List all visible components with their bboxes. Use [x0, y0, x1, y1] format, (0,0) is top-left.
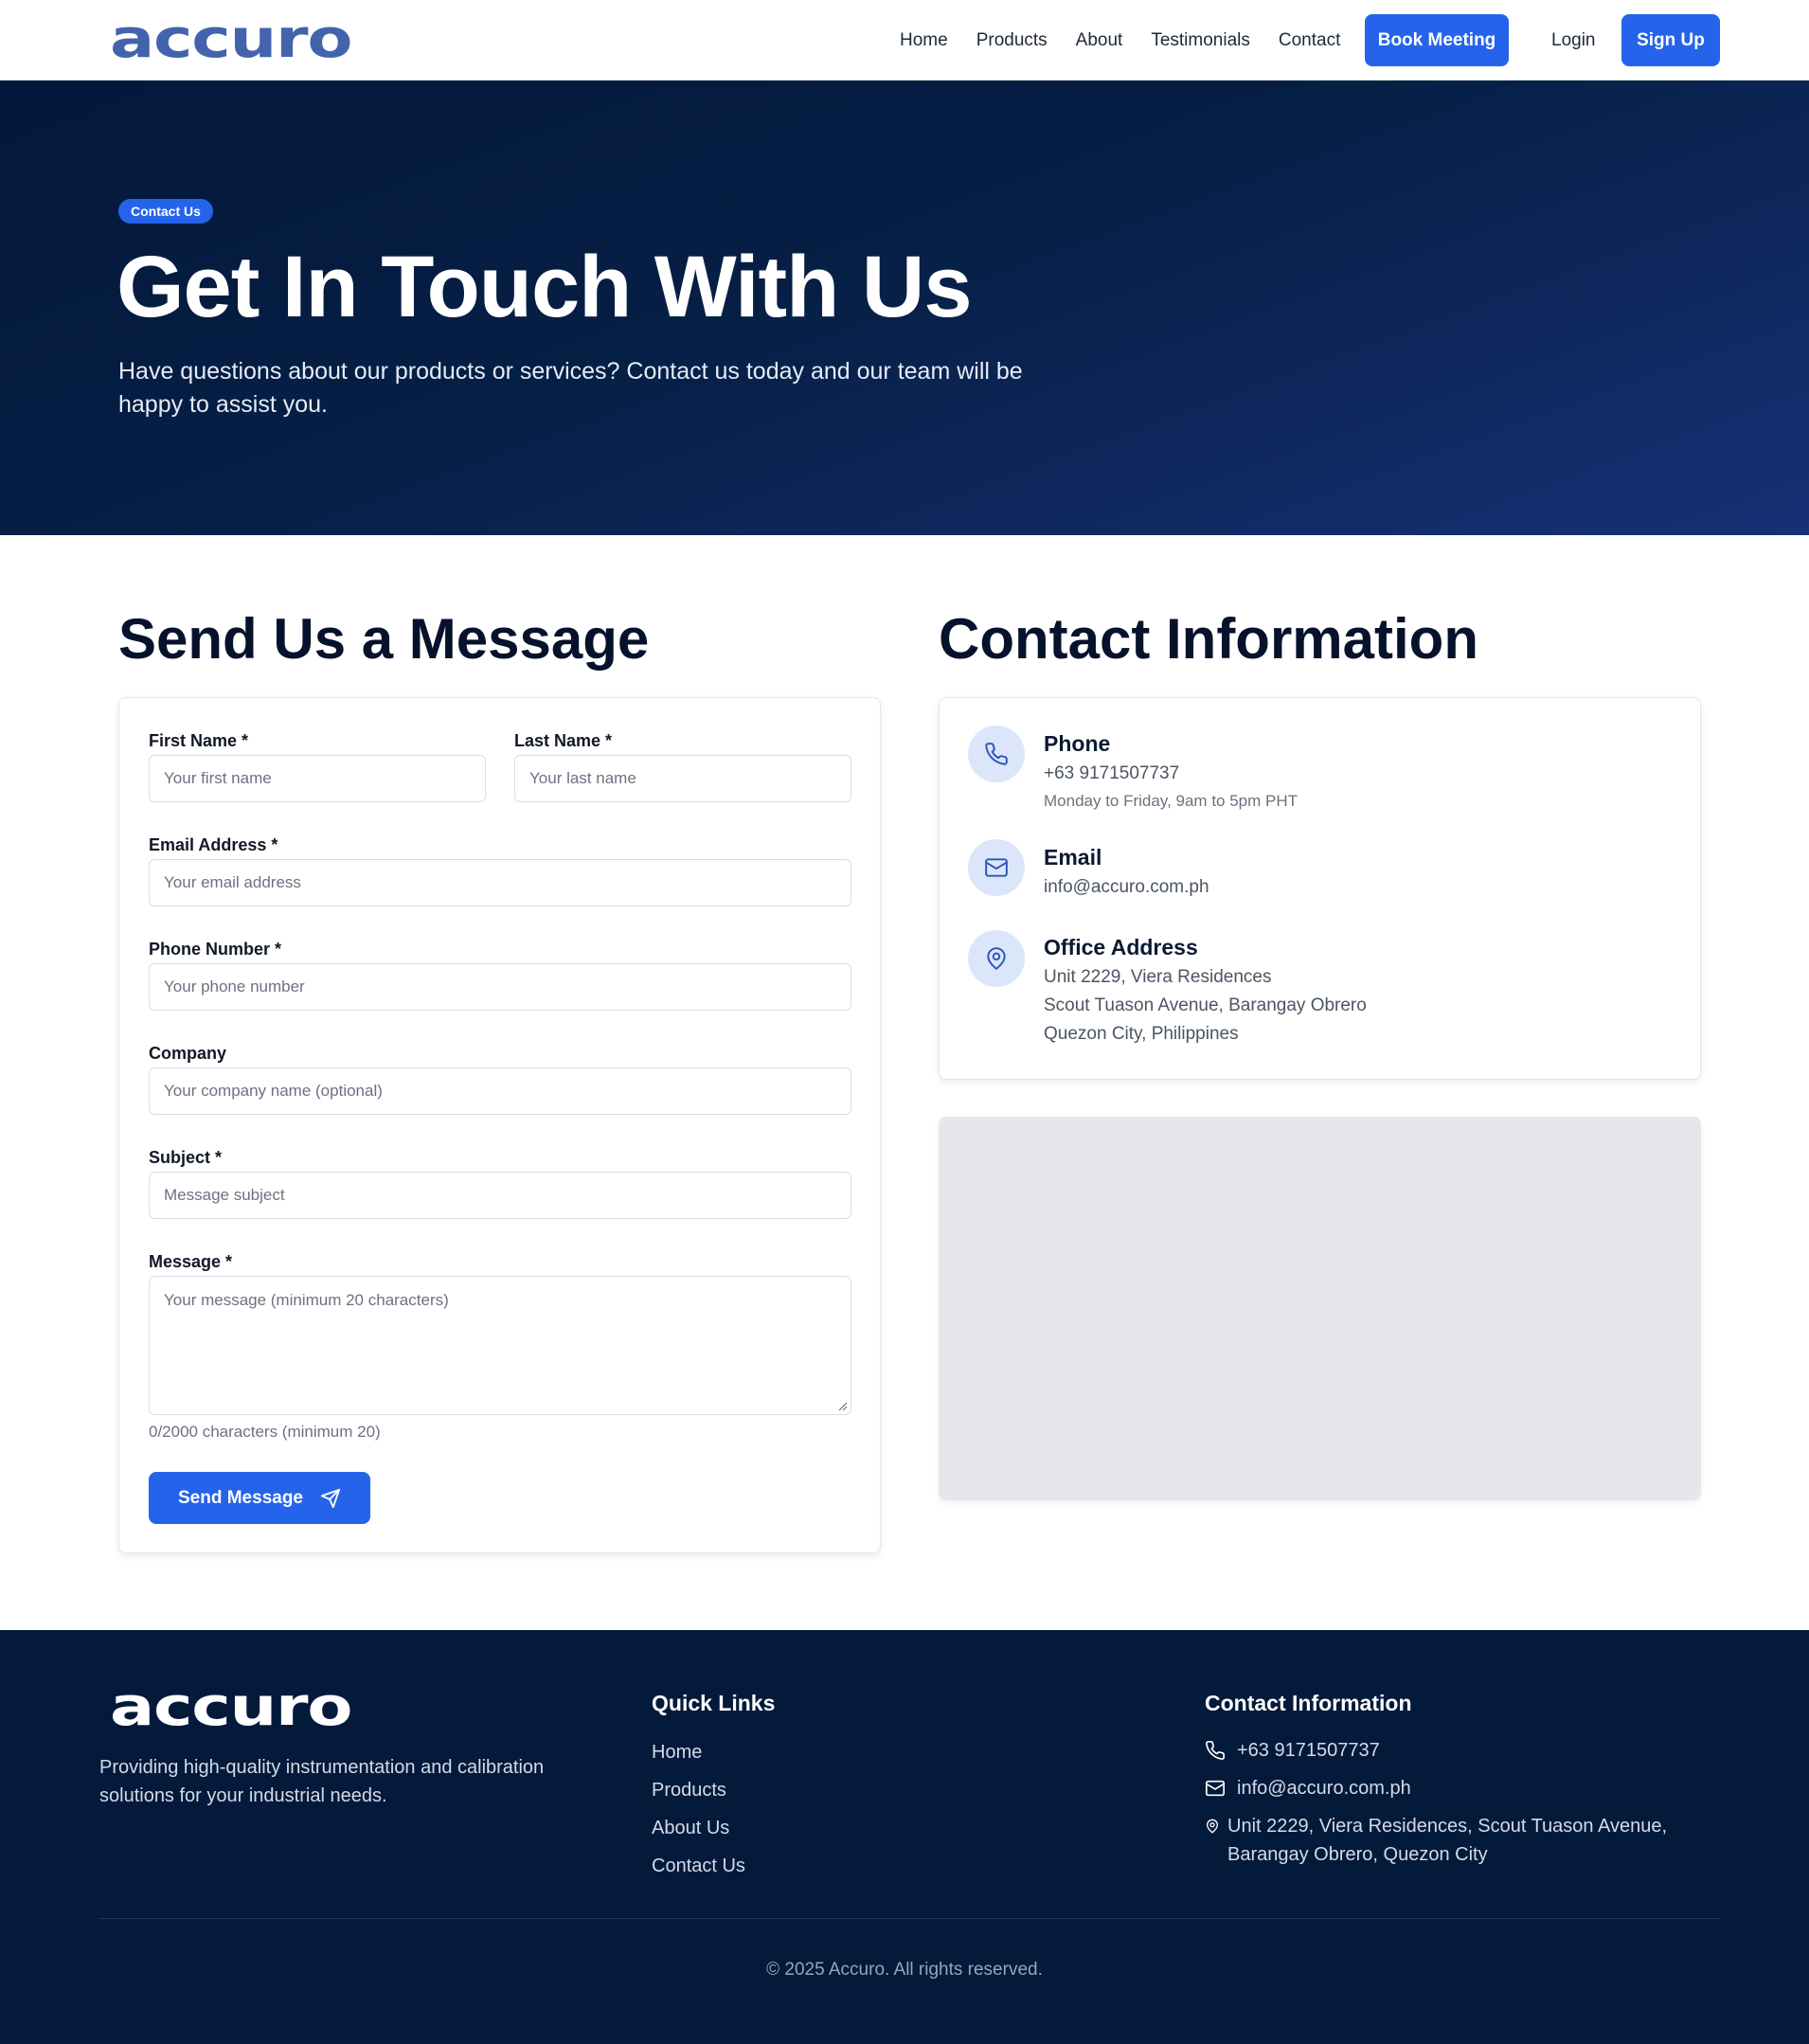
phone-heading: Phone: [1044, 731, 1111, 756]
mail-icon: [1206, 1780, 1225, 1797]
company-input[interactable]: [150, 1068, 851, 1114]
subject-label: Subject *: [149, 1148, 223, 1167]
nav-link-home[interactable]: Home: [900, 30, 948, 51]
first-name-field[interactable]: [149, 755, 486, 802]
sign-up-button[interactable]: Sign Up: [1621, 14, 1720, 66]
contact-section-title: Contact Information: [939, 607, 1478, 671]
footer-divider: [99, 1918, 1720, 1919]
map-pin-icon: [987, 947, 1006, 970]
form-section-title: Send Us a Message: [118, 607, 650, 671]
subject-field[interactable]: [149, 1172, 851, 1219]
site-footer: accuro Providing high-quality instrument…: [0, 1630, 1809, 2044]
first-name-label: First Name *: [149, 731, 249, 750]
accuro-logo[interactable]: accuro: [110, 13, 352, 66]
email-address[interactable]: info@accuro.com.ph: [1044, 877, 1209, 898]
footer-address-text: Unit 2229, Viera Residences, Scout Tuaso…: [1227, 1816, 1668, 1865]
mail-icon: [985, 858, 1008, 877]
address-line-1: Unit 2229, Viera Residences: [1044, 967, 1272, 987]
footer-email: info@accuro.com.ph: [1205, 1774, 1411, 1802]
character-counter: 0/2000 characters (minimum 20): [149, 1423, 381, 1441]
nav-link-products[interactable]: Products: [976, 30, 1048, 51]
hero-subtitle: Have questions about our products or ser…: [118, 358, 1023, 418]
copyright-text: © 2025 Accuro. All rights reserved.: [766, 1960, 1043, 1980]
footer-link-contact[interactable]: Contact Us: [652, 1856, 745, 1877]
message-field[interactable]: [149, 1276, 851, 1415]
footer-address: Unit 2229, Viera Residences, Scout Tuaso…: [1205, 1812, 1678, 1869]
footer-link-products[interactable]: Products: [652, 1780, 726, 1802]
last-name-label: Last Name *: [514, 731, 613, 750]
first-name-input[interactable]: [150, 756, 485, 801]
phone-number[interactable]: +63 9171507737: [1044, 763, 1179, 784]
address-line-2: Scout Tuason Avenue, Barangay Obrero: [1044, 995, 1367, 1015]
footer-description: Providing high-quality instrumentation a…: [99, 1757, 545, 1806]
footer-phone-text[interactable]: +63 9171507737: [1237, 1736, 1380, 1765]
top-navigation: accuro Home Products About Testimonials …: [0, 0, 1809, 81]
company-field[interactable]: [149, 1067, 851, 1115]
phone-icon: [1206, 1741, 1225, 1760]
footer-contact-heading: Contact Information: [1205, 1691, 1412, 1715]
phone-field[interactable]: [149, 963, 851, 1011]
company-label: Company: [149, 1044, 227, 1063]
phone-label: Phone Number *: [149, 940, 282, 959]
phone-icon: [985, 743, 1008, 765]
phone-hours: Monday to Friday, 9am to 5pm PHT: [1044, 792, 1299, 810]
subject-input[interactable]: [150, 1173, 851, 1218]
message-textarea[interactable]: [150, 1277, 851, 1414]
footer-email-text[interactable]: info@accuro.com.ph: [1237, 1774, 1411, 1802]
nav-link-contact[interactable]: Contact: [1279, 30, 1340, 51]
hero-title: Get In Touch With Us: [116, 239, 973, 335]
email-field[interactable]: [149, 859, 851, 906]
email-label: Email Address *: [149, 835, 278, 854]
mail-icon-circle: [968, 839, 1025, 896]
send-message-label: Send Message: [178, 1487, 303, 1508]
email-input[interactable]: [150, 860, 851, 905]
map-pin-icon: [1207, 1819, 1218, 1834]
message-label: Message *: [149, 1252, 233, 1271]
map-placeholder[interactable]: [939, 1117, 1701, 1500]
send-icon: [320, 1488, 341, 1508]
send-message-button[interactable]: Send Message: [149, 1472, 370, 1524]
phone-icon-circle: [968, 726, 1025, 782]
phone-input[interactable]: [150, 964, 851, 1010]
nav-link-about[interactable]: About: [1076, 30, 1123, 51]
last-name-field[interactable]: [514, 755, 851, 802]
map-pin-icon-circle: [968, 930, 1025, 987]
last-name-input[interactable]: [515, 756, 851, 801]
footer-phone: +63 9171507737: [1205, 1736, 1380, 1765]
address-heading: Office Address: [1044, 935, 1198, 959]
nav-link-testimonials[interactable]: Testimonials: [1151, 30, 1250, 51]
resize-handle-icon[interactable]: [838, 1402, 848, 1411]
contact-us-badge: Contact Us: [118, 199, 213, 224]
quick-links-heading: Quick Links: [652, 1691, 776, 1715]
login-link[interactable]: Login: [1551, 30, 1596, 51]
email-heading: Email: [1044, 845, 1102, 870]
nav-links: Home Products About Testimonials Contact: [900, 0, 1369, 81]
footer-link-home[interactable]: Home: [652, 1742, 702, 1764]
book-meeting-button[interactable]: Book Meeting: [1365, 14, 1509, 66]
hero-banner: Contact Us Get In Touch With Us Have que…: [0, 81, 1809, 535]
address-line-3: Quezon City, Philippines: [1044, 1024, 1239, 1044]
footer-logo[interactable]: accuro: [110, 1681, 352, 1734]
footer-link-about[interactable]: About Us: [652, 1818, 729, 1839]
